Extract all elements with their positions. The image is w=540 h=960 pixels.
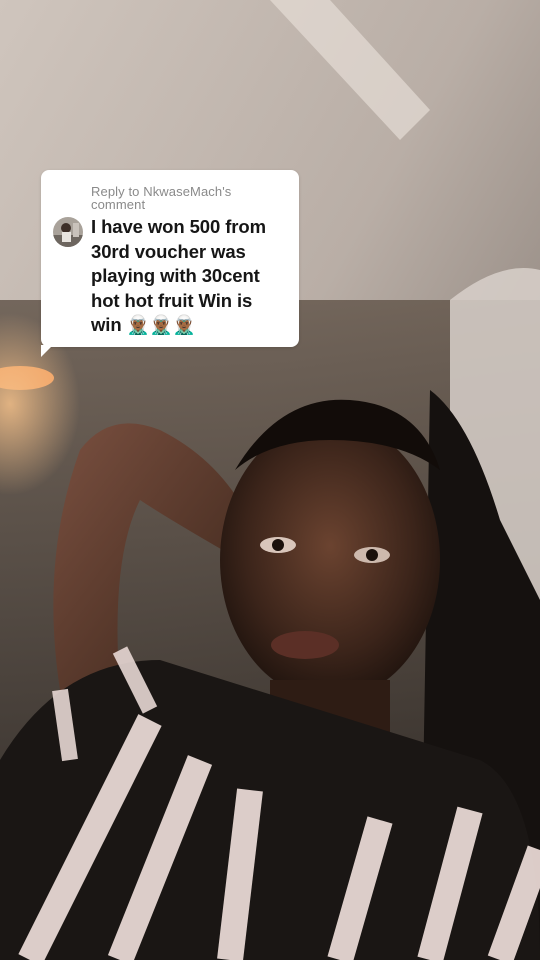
video-screen[interactable]: Reply to NkwaseMach's comment I have won… (0, 0, 540, 960)
reply-card-tail (41, 345, 53, 357)
commenter-avatar-icon (53, 217, 83, 247)
reply-comment-card[interactable]: Reply to NkwaseMach's comment I have won… (41, 170, 299, 357)
comment-text: I have won 500 from 30rd voucher was pla… (91, 216, 266, 335)
video-frame (0, 0, 540, 960)
reply-body: I have won 500 from 30rd voucher was pla… (53, 215, 285, 338)
reply-header: Reply to NkwaseMach's comment (91, 184, 232, 212)
